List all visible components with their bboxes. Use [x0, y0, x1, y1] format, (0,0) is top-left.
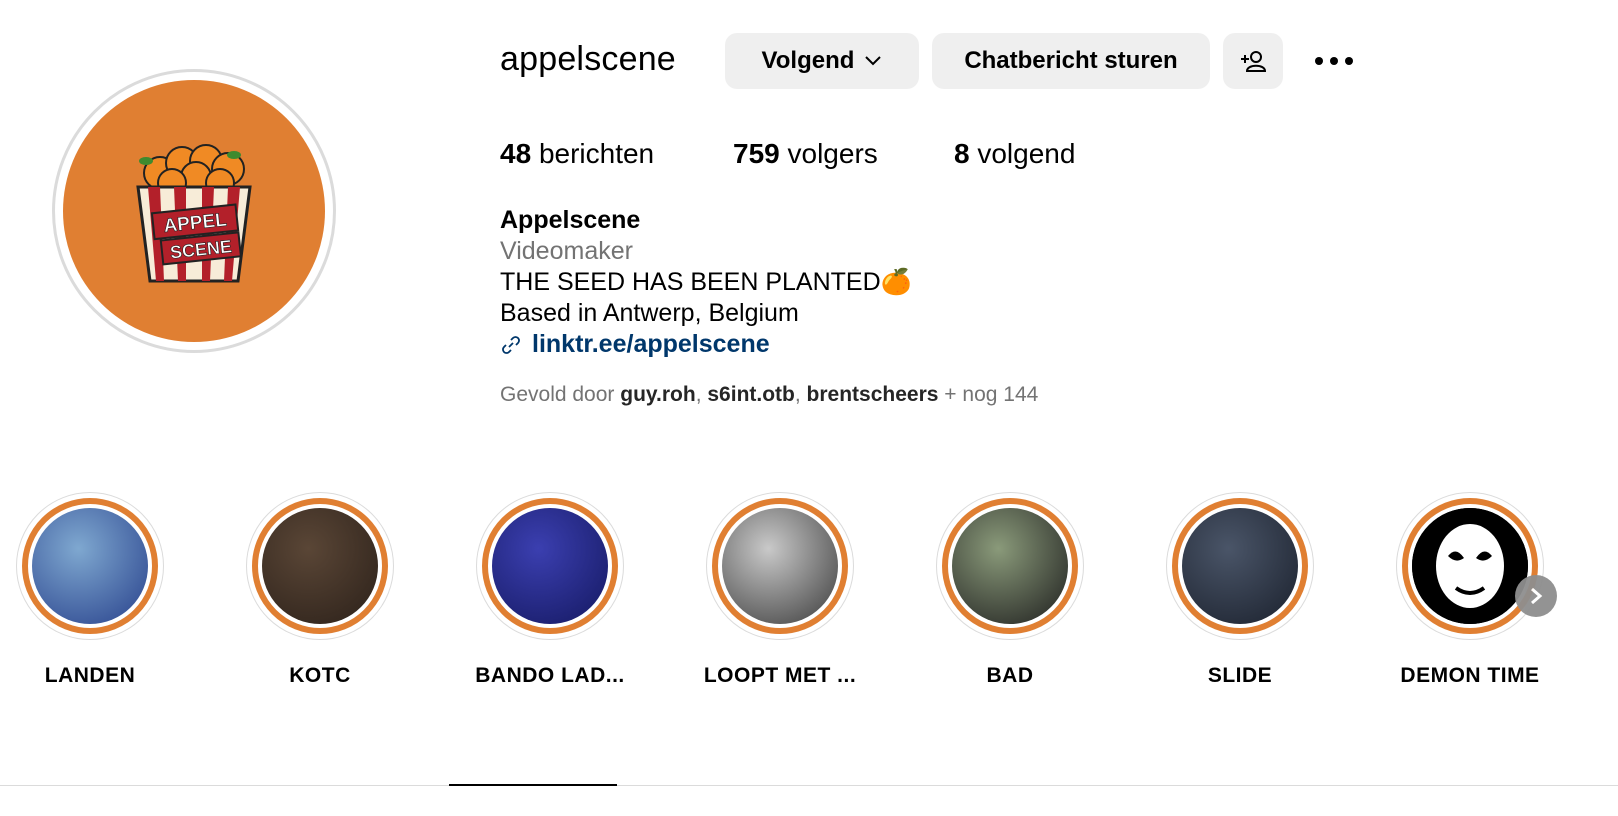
highlight-ring — [706, 492, 854, 640]
following-button-label: Volgend — [761, 47, 855, 74]
followers-count: 759 — [733, 138, 780, 169]
bio-category: Videomaker — [500, 237, 633, 265]
followers-label: volgers — [787, 138, 878, 169]
highlight-label: BANDO LAD... — [475, 664, 625, 687]
highlight-label: DEMON TIME — [1400, 664, 1540, 687]
followed-by-suffix: + nog 144 — [944, 383, 1039, 406]
story-highlight[interactable]: SLIDE — [1145, 492, 1335, 688]
tabs-divider — [0, 785, 1618, 786]
more-options-icon — [1315, 57, 1353, 65]
highlight-accent-ring — [942, 498, 1078, 634]
profile-avatar[interactable]: APPEL SCENE — [52, 69, 336, 353]
highlight-accent-ring — [1172, 498, 1308, 634]
active-tab-indicator — [449, 784, 617, 786]
following-count: 8 — [954, 138, 970, 169]
highlight-cover-image — [492, 508, 608, 624]
following-label: volgend — [977, 138, 1076, 169]
highlight-cover-image — [1182, 508, 1298, 624]
posts-label: berichten — [538, 138, 655, 169]
bio-line-1: THE SEED HAS BEEN PLANTED🍊 — [500, 268, 912, 296]
chevron-right-icon — [1531, 587, 1543, 605]
highlight-label: BAD — [986, 664, 1034, 687]
posts-stat: 48 berichten — [500, 138, 654, 170]
followed-by-prefix: Gevold door — [500, 383, 615, 406]
bio-link[interactable]: linktr.ee/appelscene — [500, 329, 912, 360]
story-highlight[interactable]: LANDEN — [0, 492, 185, 688]
avatar-image: APPEL SCENE — [63, 80, 325, 342]
bio-link-text: linktr.ee/appelscene — [532, 330, 770, 358]
chevron-down-icon — [865, 56, 882, 66]
highlight-cover-image — [262, 508, 378, 624]
story-highlight[interactable]: BAD — [915, 492, 1105, 688]
highlight-cover-image — [952, 508, 1068, 624]
followed-by-user[interactable]: brentscheers — [807, 383, 939, 406]
story-highlight[interactable]: KOTC — [225, 492, 415, 688]
highlight-accent-ring — [712, 498, 848, 634]
highlight-label: LANDEN — [44, 664, 136, 687]
highlight-cover-image — [1412, 508, 1528, 624]
highlight-label: KOTC — [289, 664, 351, 687]
bio-line-2: Based in Antwerp, Belgium — [500, 299, 799, 327]
highlight-cover-image — [722, 508, 838, 624]
highlight-label: LOOPT MET ... — [703, 664, 857, 687]
highlight-accent-ring — [22, 498, 158, 634]
highlight-accent-ring — [252, 498, 388, 634]
story-highlight[interactable]: LOOPT MET ... — [685, 492, 875, 688]
posts-count: 48 — [500, 138, 532, 169]
demon-face-icon — [1412, 508, 1528, 624]
followed-by[interactable]: Gevold door guy.roh, s6int.otb, brentsch… — [500, 383, 1038, 407]
highlight-ring — [936, 492, 1084, 640]
highlight-ring — [1396, 492, 1544, 640]
profile-bio: Appelscene Videomaker THE SEED HAS BEEN … — [500, 205, 912, 360]
profile-username: appelscene — [500, 40, 676, 78]
highlight-accent-ring — [482, 498, 618, 634]
add-person-icon — [1241, 51, 1267, 72]
highlight-label: SLIDE — [1207, 664, 1273, 687]
bio-name: Appelscene — [500, 206, 641, 234]
highlight-ring — [476, 492, 624, 640]
following-stat[interactable]: 8 volgend — [954, 138, 1075, 170]
more-options-button[interactable] — [1310, 46, 1358, 76]
highlight-accent-ring — [1402, 498, 1538, 634]
link-icon — [502, 335, 520, 354]
suggest-people-button[interactable] — [1223, 33, 1283, 89]
followers-stat[interactable]: 759 volgers — [733, 138, 878, 170]
popcorn-logo-icon: APPEL SCENE — [136, 144, 252, 283]
highlight-ring — [1166, 492, 1314, 640]
highlights-next-button[interactable] — [1515, 575, 1557, 617]
following-button[interactable]: Volgend — [725, 33, 919, 89]
followed-by-user[interactable]: s6int.otb — [707, 383, 795, 406]
highlight-ring — [246, 492, 394, 640]
highlight-cover-image — [32, 508, 148, 624]
story-highlight[interactable]: BANDO LAD... — [455, 492, 645, 688]
message-button[interactable]: Chatbericht sturen — [932, 33, 1210, 89]
highlight-ring — [16, 492, 164, 640]
followed-by-user[interactable]: guy.roh — [620, 383, 695, 406]
